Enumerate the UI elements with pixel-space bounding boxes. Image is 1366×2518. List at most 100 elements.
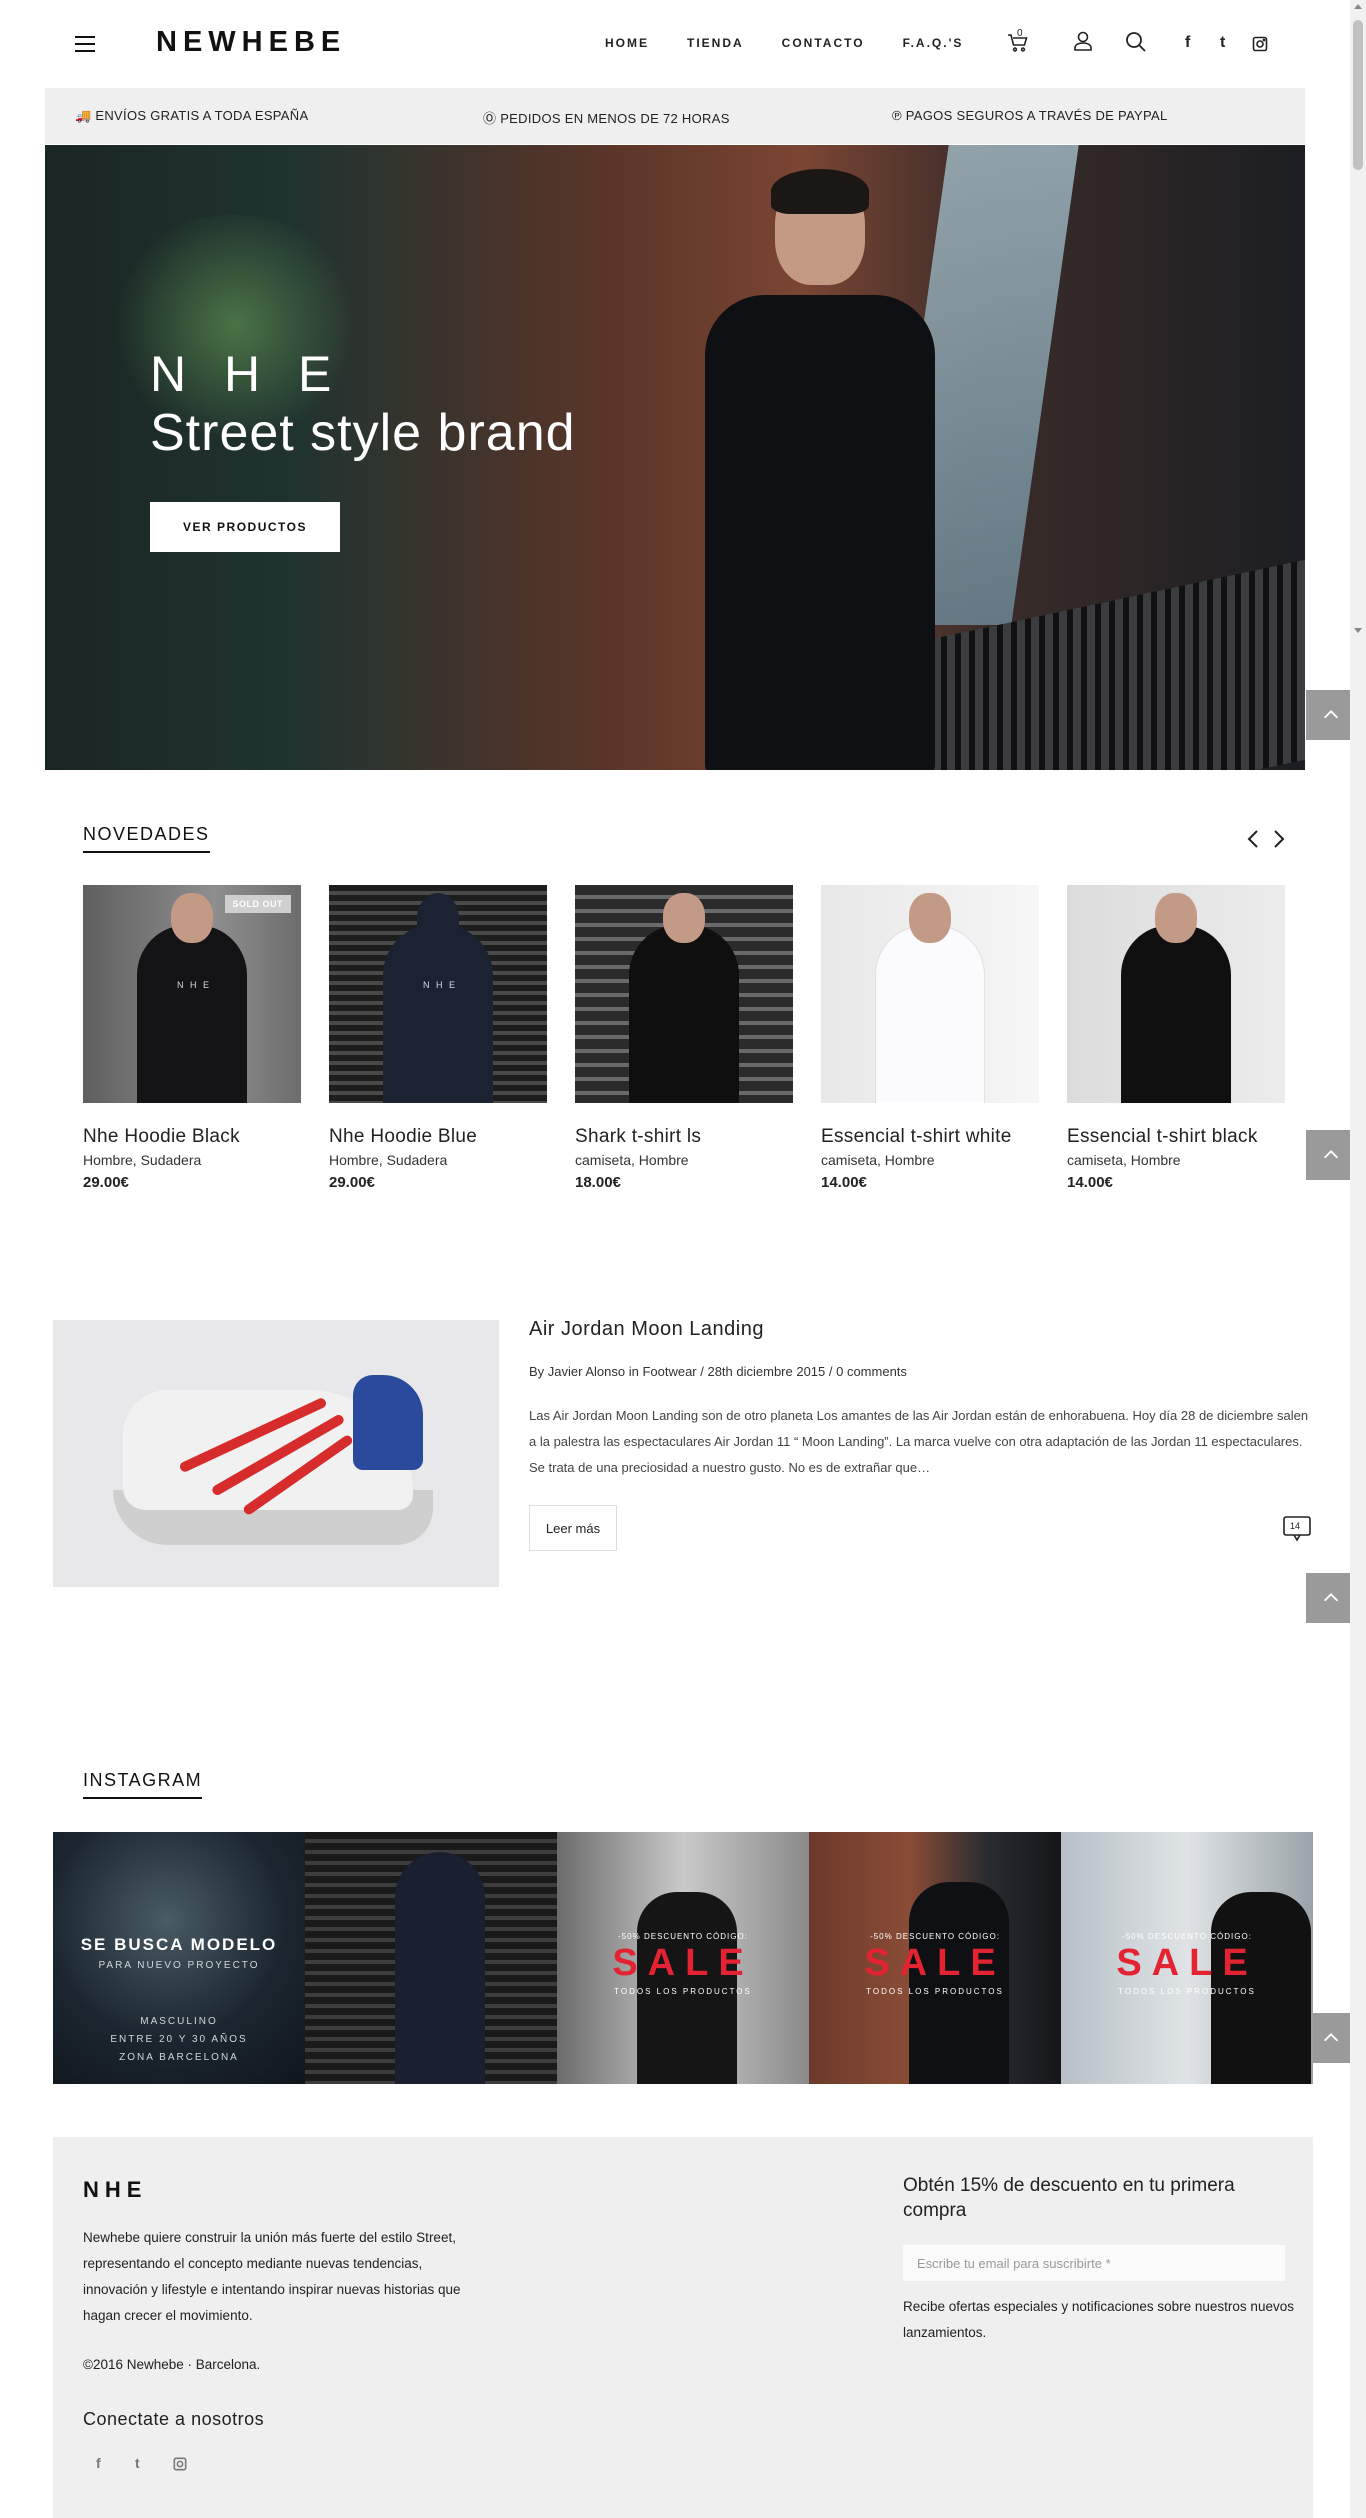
blog-post-title[interactable]: Air Jordan Moon Landing: [529, 1318, 764, 1341]
scroll-top-button[interactable]: [1306, 1130, 1356, 1180]
ver-productos-button[interactable]: VER PRODUCTOS: [150, 502, 340, 552]
sold-out-badge: SOLD OUT: [224, 895, 291, 913]
secure-payment-text: ℗ PAGOS SEGUROS A TRAVÉS DE PAYPAL: [892, 108, 1168, 123]
shipping-info-bar: 🚚 ENVÍOS GRATIS A TODA ESPAÑA Ⓞ PEDIDOS …: [45, 88, 1305, 144]
product-price: 18.00€: [575, 1174, 621, 1191]
nav-contacto[interactable]: CONTACTO: [782, 36, 865, 50]
scroll-down-arrow-icon[interactable]: [1354, 628, 1362, 633]
product-categories[interactable]: Hombre, Sudadera: [329, 1152, 547, 1168]
hero-model-figure: [685, 169, 945, 770]
product-price: 29.00€: [329, 1174, 375, 1191]
instagram-post[interactable]: -50% DESCUENTO CÓDIGO: SALE TODOS LOS PR…: [557, 1832, 809, 2084]
scroll-up-arrow-icon[interactable]: [1354, 4, 1362, 9]
product-categories[interactable]: camiseta, Hombre: [1067, 1152, 1285, 1168]
sale-post-text: -50% DESCUENTO CÓDIGO:: [618, 1932, 748, 1941]
search-icon[interactable]: [1124, 30, 1148, 54]
instagram-post[interactable]: [305, 1832, 557, 2084]
product-price: 29.00€: [83, 1174, 129, 1191]
scroll-top-button[interactable]: [1306, 2013, 1356, 2063]
instagram-post[interactable]: SE BUSCA MODELO PARA NUEVO PROYECTO MASC…: [53, 1832, 305, 2084]
instagram-post-text: ZONA BARCELONA: [119, 2052, 239, 2063]
product-card[interactable]: Essencial t-shirt black camiseta, Hombre…: [1067, 885, 1285, 1191]
free-shipping-text: 🚚 ENVÍOS GRATIS A TODA ESPAÑA: [75, 108, 309, 123]
nav-faqs[interactable]: F.A.Q.'S: [903, 36, 964, 50]
blog-post-excerpt: Las Air Jordan Moon Landing son de otro …: [529, 1408, 1309, 1475]
product-image[interactable]: [575, 885, 793, 1103]
product-name[interactable]: Essencial t-shirt white: [821, 1123, 1039, 1150]
delivery-time-text: Ⓞ PEDIDOS EN MENOS DE 72 HORAS: [483, 111, 730, 126]
chevron-up-icon: [1323, 2033, 1339, 2042]
sale-post-text: -50% DESCUENTO CÓDIGO:: [870, 1932, 1000, 1941]
product-card[interactable]: N H E Nhe Hoodie Blue Hombre, Sudadera 2…: [329, 885, 547, 1191]
site-header: NEWHEBE HOME TIENDA CONTACTO F.A.Q.'S 0 …: [0, 0, 1350, 88]
product-price: 14.00€: [1067, 1174, 1113, 1191]
menu-icon[interactable]: [75, 36, 95, 52]
instagram-icon[interactable]: [1252, 36, 1268, 52]
main-nav: HOME TIENDA CONTACTO F.A.Q.'S: [605, 36, 1001, 50]
carousel-arrows: [1245, 828, 1287, 850]
product-image[interactable]: [1067, 885, 1285, 1103]
instagram-post[interactable]: -50% DESCUENTO CÓDIGO: SALE TODOS LOS PR…: [1061, 1832, 1313, 2084]
facebook-icon[interactable]: f: [1185, 34, 1190, 52]
sale-post-text: TODOS LOS PRODUCTOS: [866, 1987, 1004, 1996]
product-image[interactable]: N H E SOLD OUT: [83, 885, 301, 1103]
product-logo-mark: N H E: [177, 980, 212, 990]
read-more-button[interactable]: Leer más: [529, 1505, 617, 1551]
product-name[interactable]: Nhe Hoodie Black: [83, 1123, 301, 1150]
chevron-right-icon[interactable]: [1271, 828, 1287, 850]
newsletter-email-input[interactable]: [903, 2245, 1285, 2281]
novedades-heading: NOVEDADES: [83, 824, 210, 853]
sale-post-word: SALE: [1116, 1942, 1258, 1984]
sale-post-text: -50% DESCUENTO CÓDIGO:: [1122, 1932, 1252, 1941]
user-icon[interactable]: [1071, 29, 1095, 53]
comment-count: 14: [1290, 1521, 1301, 1531]
product-card[interactable]: Essencial t-shirt white camiseta, Hombre…: [821, 885, 1039, 1191]
tumblr-icon[interactable]: t: [135, 2455, 140, 2471]
tumblr-icon[interactable]: t: [1220, 34, 1225, 52]
sale-post-word: SALE: [612, 1942, 754, 1984]
scrollbar-track[interactable]: [1350, 0, 1366, 2518]
footer-about-text: Newhebe quiere construir la unión más fu…: [83, 2230, 461, 2323]
footer-connect-heading: Conectate a nosotros: [83, 2409, 265, 2429]
product-categories[interactable]: Hombre, Sudadera: [83, 1152, 301, 1168]
footer-logo: NHE: [83, 2177, 148, 2202]
product-categories[interactable]: camiseta, Hombre: [575, 1152, 793, 1168]
site-footer: NHE Newhebe quiere construir la unión má…: [53, 2137, 1313, 2518]
hero-title-brand: N H E: [150, 346, 344, 402]
instagram-heading: INSTAGRAM: [83, 1770, 203, 1799]
product-image[interactable]: [821, 885, 1039, 1103]
product-card[interactable]: Shark t-shirt ls camiseta, Hombre 18.00€: [575, 885, 793, 1191]
blog-post-image[interactable]: [53, 1320, 499, 1587]
chevron-up-icon: [1323, 1593, 1339, 1602]
instagram-post-text: MASCULINO: [140, 2016, 218, 2027]
product-name[interactable]: Shark t-shirt ls: [575, 1123, 793, 1150]
instagram-post[interactable]: -50% DESCUENTO CÓDIGO: SALE TODOS LOS PR…: [809, 1832, 1061, 2084]
product-name[interactable]: Essencial t-shirt black: [1067, 1123, 1285, 1150]
blog-post-meta: By Javier Alonso in Footwear / 28th dici…: [529, 1364, 907, 1379]
hero-title-tagline: Street style brand: [150, 404, 576, 462]
product-card[interactable]: N H E SOLD OUT Nhe Hoodie Black Hombre, …: [83, 885, 301, 1191]
instagram-icon[interactable]: [173, 2457, 187, 2471]
chevron-up-icon: [1323, 710, 1339, 719]
sale-post-text: TODOS LOS PRODUCTOS: [1118, 1987, 1256, 1996]
newsletter-offer-heading: Obtén 15% de descuento en tu primera com…: [903, 2175, 1235, 2221]
instagram-feed: SE BUSCA MODELO PARA NUEVO PROYECTO MASC…: [53, 1832, 1313, 2084]
site-logo[interactable]: NEWHEBE: [156, 26, 346, 59]
sale-post-text: TODOS LOS PRODUCTOS: [614, 1987, 752, 1996]
sale-post-word: SALE: [864, 1942, 1006, 1984]
cart-count: 0: [1017, 28, 1023, 39]
facebook-icon[interactable]: f: [96, 2455, 101, 2471]
product-name[interactable]: Nhe Hoodie Blue: [329, 1123, 547, 1150]
footer-copyright: ©2016 Newhebe · Barcelona.: [83, 2357, 261, 2372]
scroll-top-button[interactable]: [1306, 1573, 1356, 1623]
nav-home[interactable]: HOME: [605, 36, 649, 50]
product-categories[interactable]: camiseta, Hombre: [821, 1152, 1039, 1168]
chevron-up-icon: [1323, 1150, 1339, 1159]
scrollbar-thumb[interactable]: [1353, 20, 1363, 170]
nav-tienda[interactable]: TIENDA: [687, 36, 744, 50]
scroll-top-button[interactable]: [1306, 690, 1356, 740]
product-image[interactable]: N H E: [329, 885, 547, 1103]
chevron-left-icon[interactable]: [1245, 828, 1261, 850]
instagram-post-text: ENTRE 20 Y 30 AÑOS: [110, 2034, 248, 2045]
hero-banner: N H E Street style brand VER PRODUCTOS: [45, 145, 1305, 770]
